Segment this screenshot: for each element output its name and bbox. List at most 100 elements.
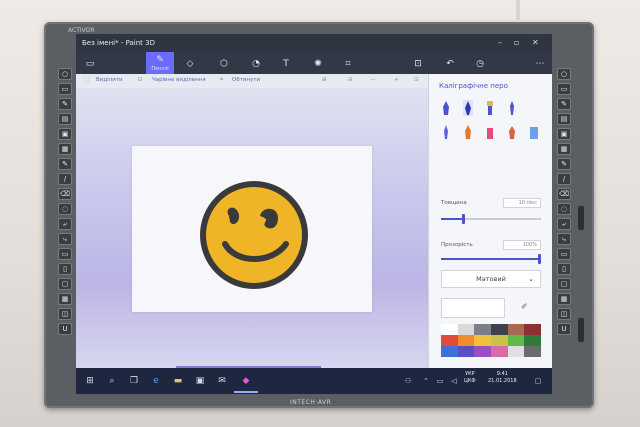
rail-button[interactable]: / [557, 173, 571, 185]
calligraphy-pen-icon[interactable] [463, 100, 473, 116]
store-icon[interactable]: ▣ [194, 375, 206, 387]
rail-button[interactable]: ▯ [58, 263, 72, 275]
brushes-tab[interactable]: ✎ Пензлі [146, 52, 174, 74]
palette-color[interactable] [474, 324, 491, 335]
canvas-icon[interactable]: ⌗ [338, 54, 358, 74]
rail-button[interactable]: ▣ [557, 128, 571, 140]
rail-button[interactable]: ◌ [58, 203, 72, 215]
palette-color[interactable] [441, 324, 458, 335]
thickness-slider-knob[interactable] [461, 214, 465, 224]
undo-icon[interactable]: ↶ [440, 54, 460, 74]
palette-color[interactable] [441, 335, 458, 346]
mail-icon[interactable]: ✉ [216, 375, 228, 387]
rail-button[interactable]: ✎ [557, 98, 571, 110]
zoom-out-icon[interactable]: — [370, 77, 376, 83]
notifications-icon[interactable]: ▢ [532, 375, 544, 387]
language-indicator[interactable]: УКР ЦКФ [464, 371, 476, 385]
text-icon[interactable]: T [276, 54, 296, 74]
rail-button[interactable]: ○ [557, 68, 571, 80]
menu-icon[interactable]: ▭ [80, 54, 100, 74]
close-icon[interactable]: ✕ [532, 38, 539, 47]
rail-button[interactable]: ▭ [557, 83, 571, 95]
opacity-slider[interactable] [441, 254, 541, 264]
minimize-icon[interactable]: – [498, 38, 502, 47]
palette-color[interactable] [457, 324, 475, 335]
eyedropper-icon[interactable]: ✐ [521, 302, 528, 311]
chevron-up-icon[interactable]: ⌃ [420, 375, 432, 387]
volume-icon[interactable]: ◁ [448, 375, 460, 387]
watercolor-brush-icon[interactable] [507, 100, 517, 116]
crayon-icon[interactable] [507, 124, 517, 140]
drawing-canvas[interactable] [132, 146, 372, 312]
crop-button[interactable]: Обтинути [232, 77, 260, 83]
stickers-icon[interactable]: ◔ [246, 54, 266, 74]
2d-shapes-icon[interactable]: ◇ [180, 54, 200, 74]
rail-button[interactable]: ⤷ [557, 233, 571, 245]
select-button[interactable]: Виділити [96, 77, 123, 83]
opacity-slider-knob[interactable] [538, 254, 541, 264]
palette-color[interactable] [457, 335, 475, 346]
rail-button[interactable]: ✎ [58, 98, 72, 110]
palette-color[interactable] [457, 346, 475, 357]
rail-button[interactable]: ▯ [557, 263, 571, 275]
task-view-icon[interactable]: ❐ [128, 375, 140, 387]
palette-color[interactable] [474, 346, 491, 357]
zoom-in-icon[interactable]: + [394, 77, 399, 83]
rail-button[interactable]: / [58, 173, 72, 185]
rail-button[interactable]: ▦ [58, 293, 72, 305]
rail-button[interactable]: ⤶ [557, 218, 571, 230]
view-3d-icon[interactable]: ⊟ [348, 77, 353, 83]
current-color-swatch[interactable] [441, 298, 505, 318]
palette-color[interactable] [474, 335, 491, 346]
rail-button[interactable]: ⤶ [58, 218, 72, 230]
rail-button[interactable]: ✎ [557, 158, 571, 170]
clock[interactable]: 9:41 21.01.2018 [488, 371, 517, 385]
palette-color[interactable] [524, 324, 541, 335]
rail-button[interactable]: ▭ [58, 248, 72, 260]
eraser-icon[interactable] [485, 124, 495, 140]
rail-button[interactable]: ⌫ [557, 188, 571, 200]
3d-shapes-icon[interactable]: ⬡ [214, 54, 234, 74]
palette-color[interactable] [490, 324, 508, 335]
fill-bucket-icon[interactable] [529, 124, 539, 140]
paint-3d-icon[interactable]: ◆ [240, 375, 252, 387]
rail-button[interactable]: ▦ [557, 143, 571, 155]
more-icon[interactable]: ⋯ [530, 54, 550, 74]
rail-button[interactable]: ▢ [557, 278, 571, 290]
rail-button[interactable]: ▦ [557, 293, 571, 305]
history-icon[interactable]: ◷ [470, 54, 490, 74]
palette-color[interactable] [524, 346, 541, 357]
rail-button[interactable]: ▭ [58, 83, 72, 95]
rail-button[interactable]: ▣ [58, 128, 72, 140]
finish-dropdown[interactable]: Матовий ⌄ [441, 270, 541, 288]
oil-brush-icon[interactable] [485, 100, 495, 116]
effects-icon[interactable]: ✺ [308, 54, 328, 74]
rail-button[interactable]: U [557, 323, 571, 335]
rail-button[interactable]: ◫ [557, 308, 571, 320]
rail-button[interactable]: U [58, 323, 72, 335]
rail-button[interactable]: ⌫ [58, 188, 72, 200]
opacity-value[interactable]: 100% [503, 240, 541, 250]
rail-button[interactable]: ▢ [58, 278, 72, 290]
file-explorer-icon[interactable]: ▬ [172, 375, 184, 387]
rail-button[interactable]: ▦ [58, 143, 72, 155]
network-icon[interactable]: ▭ [434, 375, 446, 387]
edge-icon[interactable]: e [150, 375, 162, 387]
magic-select-button[interactable]: Чарівне виділення [152, 77, 206, 83]
rail-button[interactable]: ○ [58, 68, 72, 80]
canvas-area[interactable] [76, 88, 428, 368]
marker-brush-icon[interactable] [441, 100, 451, 116]
3d-library-icon[interactable]: ⊡ [408, 54, 428, 74]
palette-color[interactable] [490, 346, 508, 357]
pencil-icon[interactable] [463, 124, 473, 140]
rail-button[interactable]: ◫ [58, 308, 72, 320]
rail-button[interactable]: ✎ [58, 158, 72, 170]
windows-start-icon[interactable]: ⊞ [84, 375, 96, 387]
palette-color[interactable] [441, 346, 458, 357]
palette-color[interactable] [507, 324, 525, 335]
fit-icon[interactable]: ⊡ [414, 77, 419, 83]
rail-button[interactable]: ⤷ [58, 233, 72, 245]
palette-color[interactable] [507, 335, 525, 346]
rail-button[interactable]: ▤ [58, 113, 72, 125]
search-icon[interactable]: ⌕ [106, 375, 118, 387]
